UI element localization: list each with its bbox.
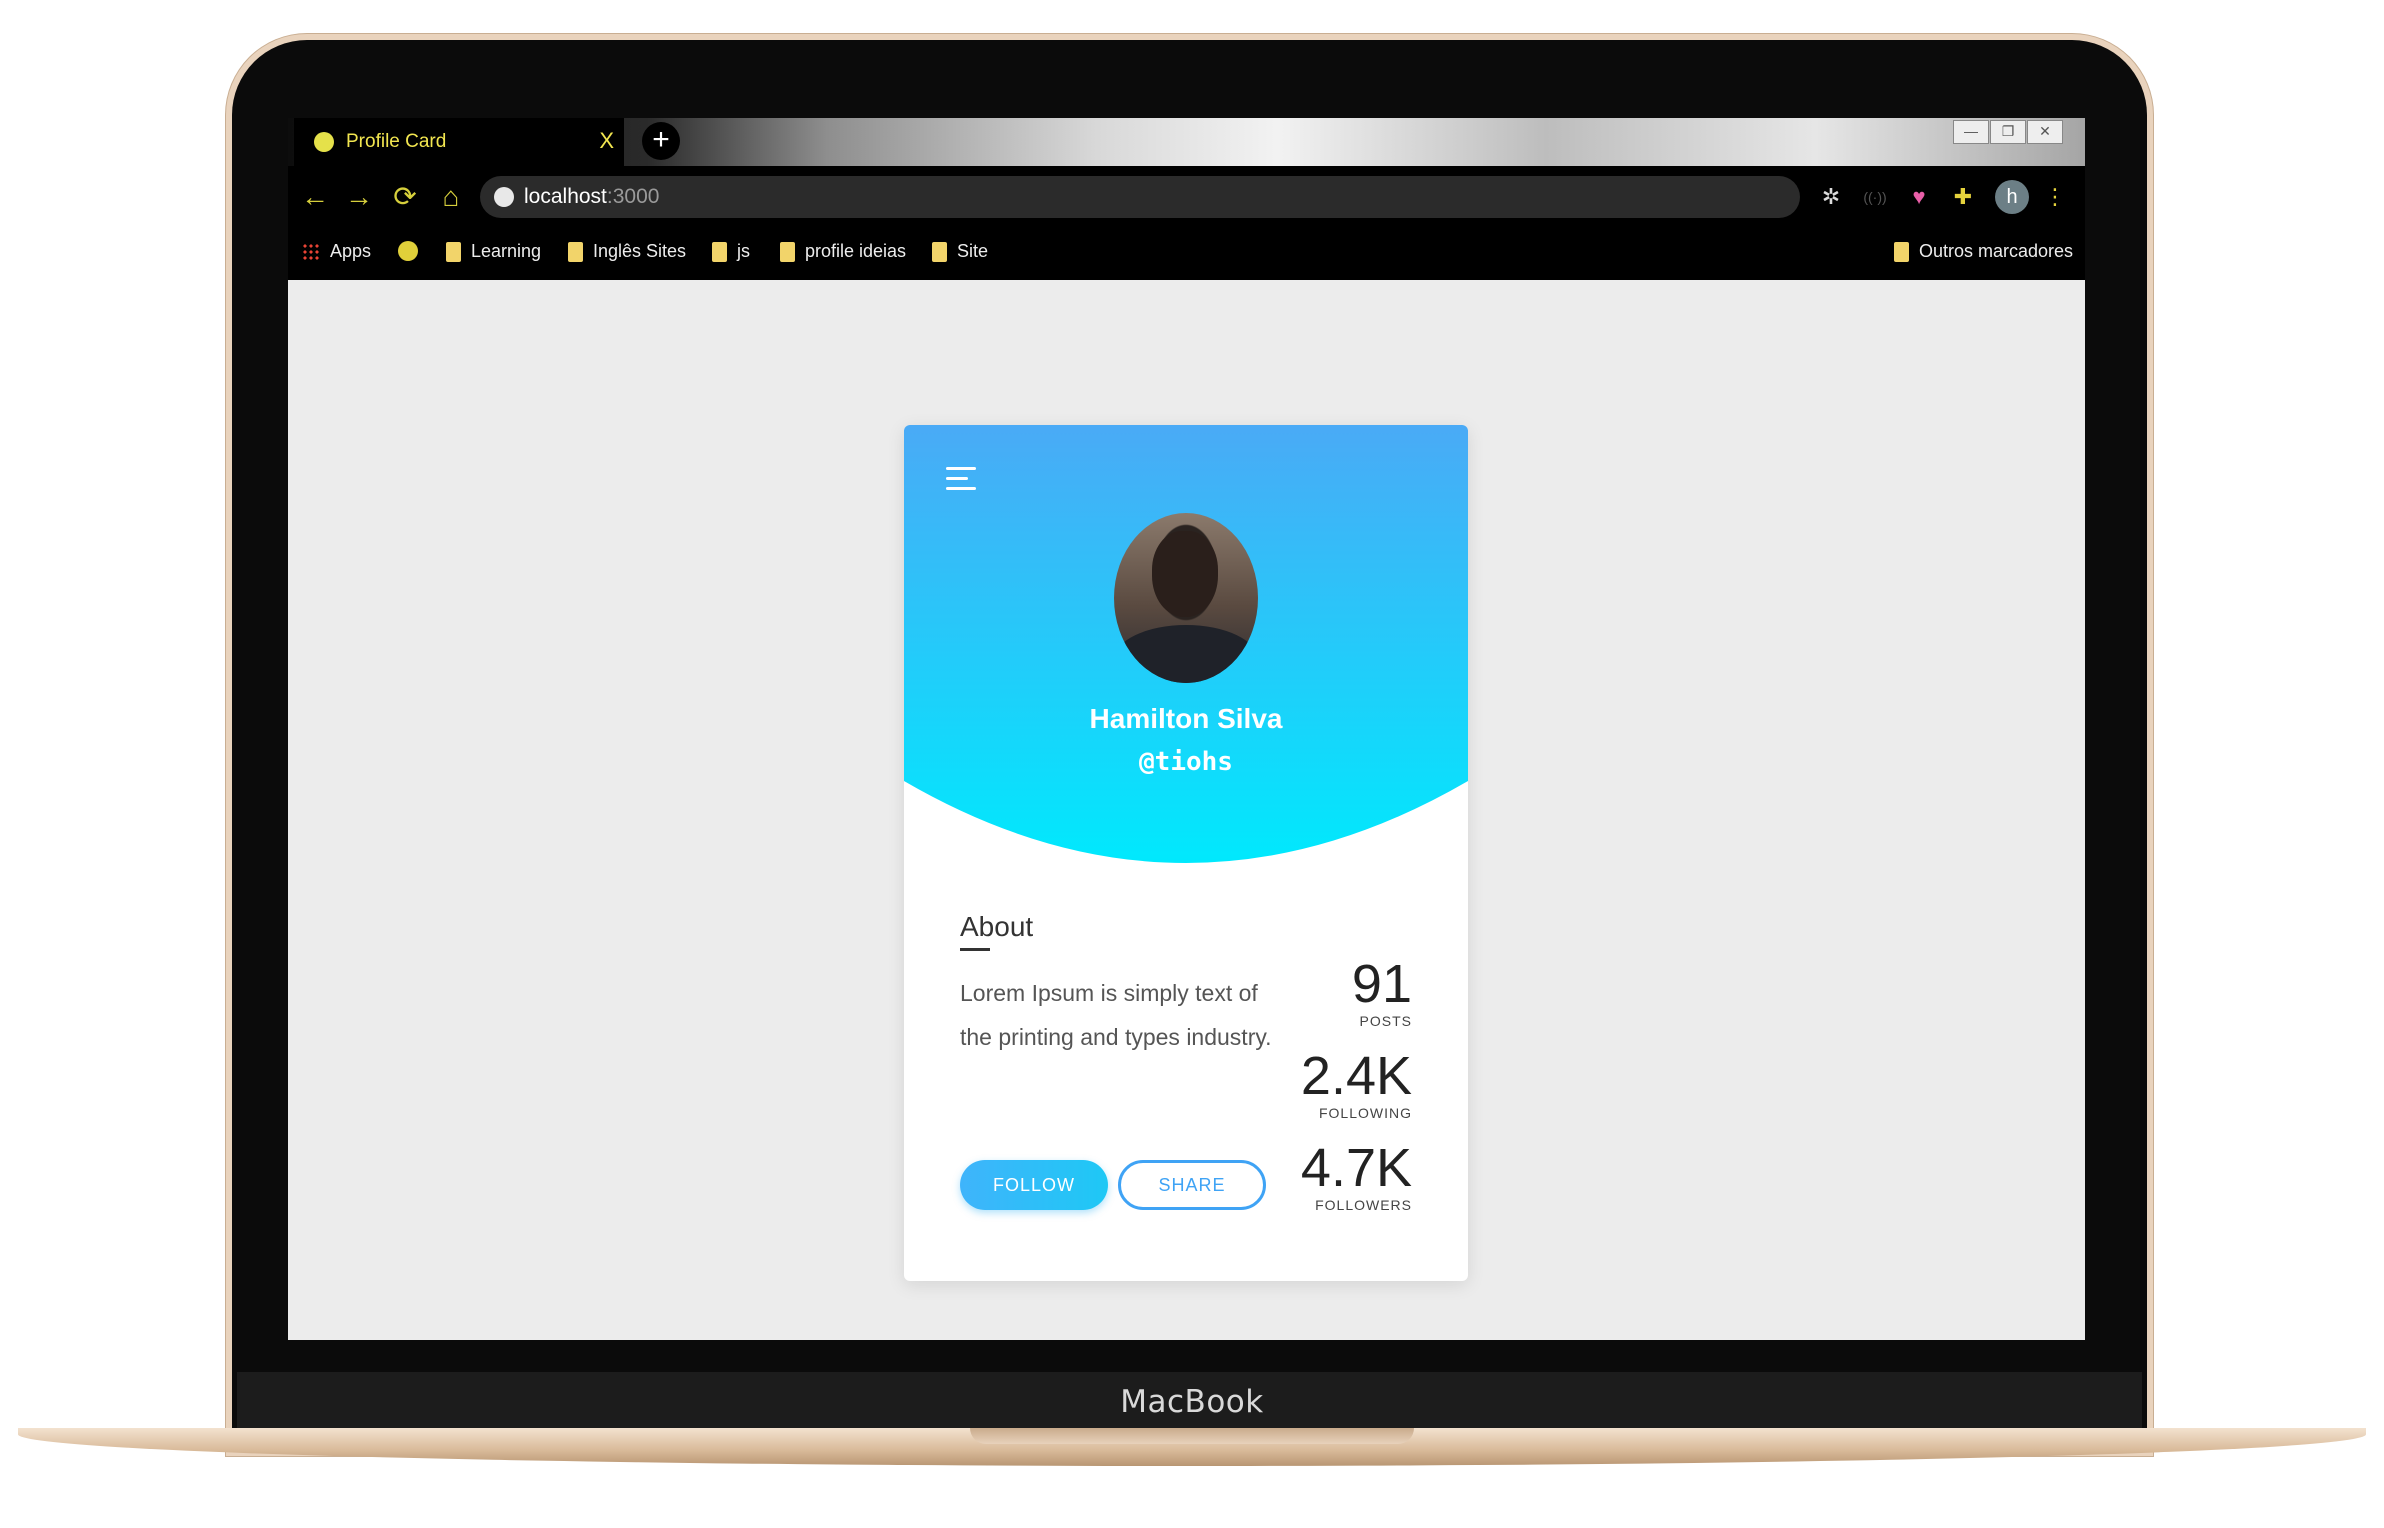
back-icon[interactable]: ← [298,180,332,214]
extension-icon[interactable]: ((·)) [1860,182,1890,212]
folder-icon [568,241,583,262]
about-heading: About [960,911,1034,942]
share-button[interactable]: SHARE [1118,1160,1266,1210]
profile-name: Hamilton Silva [1089,703,1283,734]
address-bar[interactable]: localhost:3000 [480,176,1800,218]
home-icon[interactable]: ⌂ [434,180,468,214]
stat-label: FOLLOWERS [1315,1197,1412,1213]
stat-label: FOLLOWING [1318,1105,1412,1121]
laptop-notch [970,1428,1414,1444]
globe-icon [398,241,418,261]
bookmark-label: js [737,241,750,261]
stat-followers: 4.7K FOLLOWERS [1301,1139,1412,1213]
site-info-icon[interactable] [494,187,514,207]
profile-handle: @tiohs [1139,747,1233,777]
bookmark-label: Apps [330,241,372,261]
bookmark-label: Inglês Sites [593,241,687,261]
profile-avatar [1114,513,1258,683]
stat-label: POSTS [1359,1013,1412,1029]
screen: Profile Card X + — ❐ ✕ ← → ⟳ ⌂ localhost… [288,118,2085,1340]
stat-value: 4.7K [1300,1138,1412,1198]
stat-posts: 91 POSTS [1352,955,1412,1029]
bookmark-label: Learning [471,241,542,261]
about-underline [960,948,990,951]
bookmarks-bar: Apps Learning Inglês Sites js profile id… [288,230,2085,276]
browser-toolbar: ← → ⟳ ⌂ localhost:3000 ✲ ((·)) ♥ ✚ h ⋮ [288,170,2085,224]
about-text: Lorem Ipsum is simply text of the printi… [960,980,1272,1050]
new-tab-button[interactable]: + [642,122,680,160]
bookmark-label: Site [957,241,989,261]
folder-icon [932,241,947,262]
hamburger-menu-icon[interactable] [946,465,976,493]
bookmark-globe[interactable] [398,241,418,261]
bookmark-folder[interactable]: Learning [446,241,541,262]
stat-value: 2.4K [1300,1046,1412,1106]
bookmark-label: Outros marcadores [1919,241,2074,261]
globe-icon [314,132,334,152]
tab-profile-card[interactable]: Profile Card X [294,118,624,166]
folder-icon [780,241,795,262]
profile-avatar-button[interactable]: h [1995,180,2029,214]
bookmark-folder[interactable]: Site [932,241,988,262]
restore-button[interactable]: ❐ [1990,120,2026,144]
bookmark-folder[interactable]: Inglês Sites [568,241,686,262]
stat-value: 91 [1351,954,1412,1014]
apps-grid-icon [302,242,320,261]
url-host: localhost [524,185,607,208]
tab-strip: Profile Card X + — ❐ ✕ [288,118,2085,166]
card-header: Hamilton Silva @tiohs [904,425,1468,873]
react-devtools-icon[interactable]: ✲ [1816,182,1846,212]
tab-title: Profile Card [346,131,447,152]
bookmark-apps[interactable]: Apps [302,241,371,262]
url-text: localhost:3000 [524,185,659,209]
reload-icon[interactable]: ⟳ [388,180,422,214]
bookmark-folder[interactable]: profile ideias [780,241,906,262]
window-close-button[interactable]: ✕ [2027,120,2063,144]
url-port: :3000 [606,185,660,208]
bookmark-other-folder[interactable]: Outros marcadores [1894,241,2073,262]
folder-icon [446,241,461,262]
bookmark-folder[interactable]: js [712,241,750,262]
bookmark-label: profile ideias [805,241,907,261]
follow-button[interactable]: FOLLOW [960,1160,1108,1210]
stat-following: 2.4K FOLLOWING [1301,1047,1412,1121]
close-tab-icon[interactable]: X [599,128,614,154]
browser-chrome: Profile Card X + — ❐ ✕ ← → ⟳ ⌂ localhost… [288,118,2085,280]
forward-icon[interactable]: → [342,180,376,214]
heart-extension-icon[interactable]: ♥ [1904,182,1934,212]
folder-icon [712,241,727,262]
folder-icon [1894,241,1909,262]
extensions-puzzle-icon[interactable]: ✚ [1948,182,1978,212]
minimize-button[interactable]: — [1953,120,1989,144]
laptop-brand-label: MacBook [1120,1384,1264,1420]
browser-menu-icon[interactable]: ⋮ [2040,182,2070,212]
profile-card: Hamilton Silva @tiohs About Lorem Ipsum … [904,425,1468,1281]
